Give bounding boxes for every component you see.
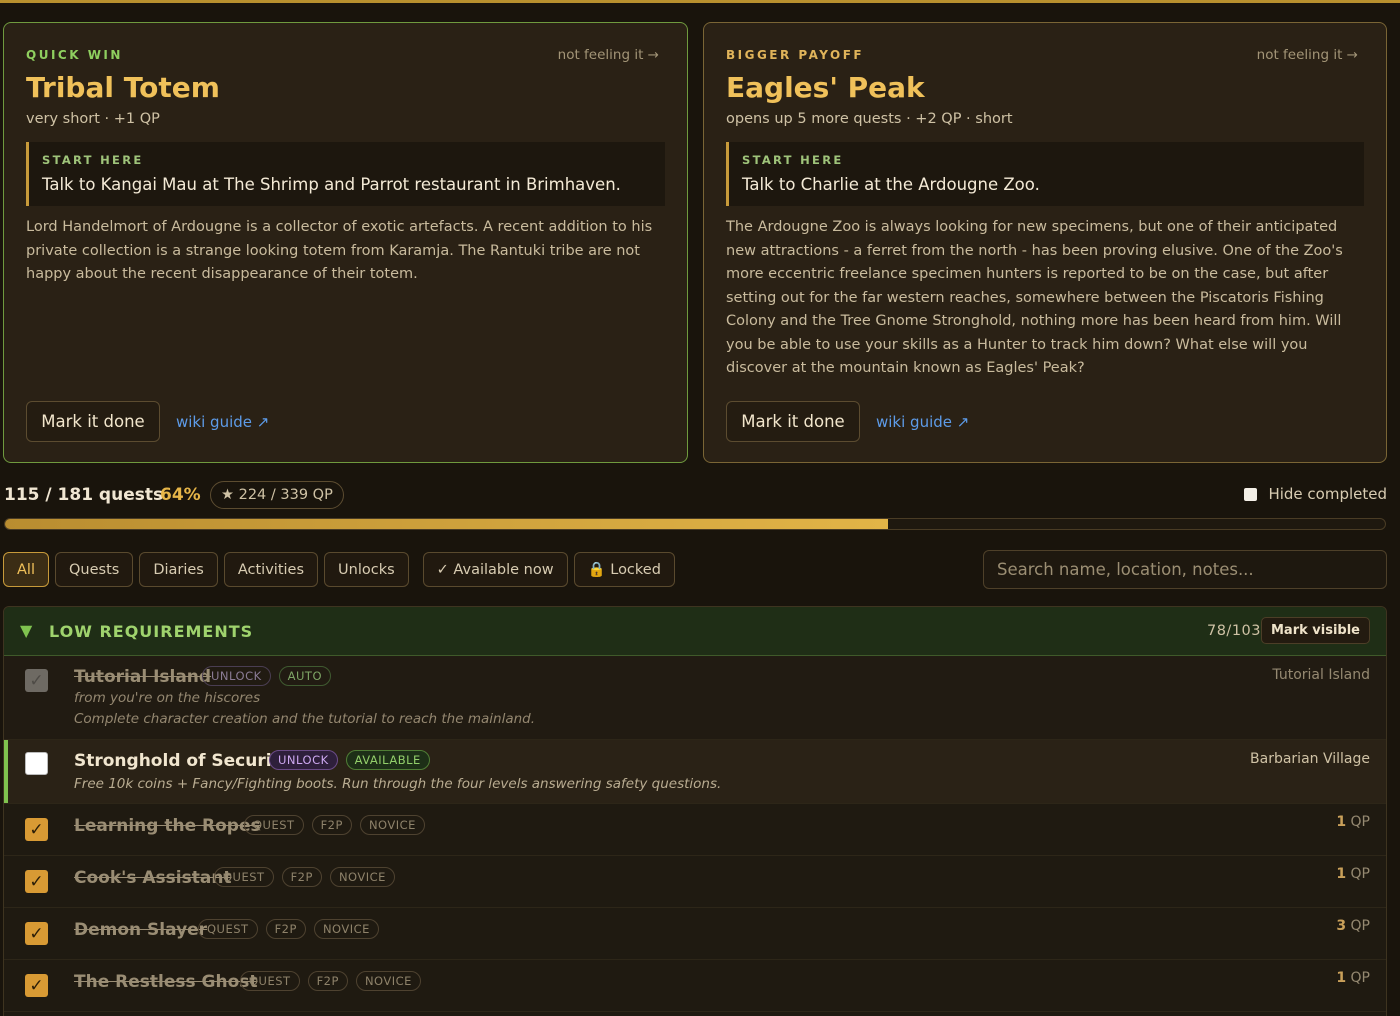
item-quest-points: 3 QP	[1336, 918, 1370, 934]
filter-unlocks[interactable]: Unlocks	[324, 552, 409, 587]
start-here-text: Talk to Kangai Mau at The Shrimp and Par…	[42, 175, 621, 194]
card-actions: Mark it done wiki guide ↗	[726, 401, 969, 442]
quest-count: 115 / 181 quests	[4, 485, 164, 505]
low-requirements-section: ▼ LOW REQUIREMENTS 78/103 Mark visible ✓…	[3, 606, 1387, 1016]
item-quest-points: 1 QP	[1336, 814, 1370, 830]
item-note: from you're on the hiscores	[74, 690, 261, 706]
item-description: Free 10k coins + Fancy/Fighting boots. R…	[74, 776, 722, 792]
card-actions: Mark it done wiki guide ↗	[26, 401, 269, 442]
card-meta: very short · +1 QP	[26, 111, 160, 127]
item-location: Tutorial Island	[1272, 667, 1370, 683]
progress-percent: 64%	[160, 485, 201, 505]
item-tags: QUEST F2P NOVICE	[244, 815, 433, 835]
row-checkbox-checked[interactable]: ✓	[25, 870, 48, 893]
tag-novice: NOVICE	[359, 815, 425, 835]
bigger-payoff-card: BIGGER PAYOFF not feeling it → Eagles' P…	[703, 22, 1387, 463]
tag-novice: NOVICE	[329, 867, 395, 887]
mark-visible-button[interactable]: Mark visible	[1261, 617, 1370, 644]
item-quest-points: 1 QP	[1336, 866, 1370, 882]
tag-unlock: UNLOCK	[202, 666, 271, 686]
item-quest-points: 1 QP	[1336, 970, 1370, 986]
item-name: Demon Slayer	[74, 920, 208, 940]
card-title: Tribal Totem	[26, 71, 220, 104]
top-accent-line	[0, 0, 1400, 3]
start-here-text: Talk to Charlie at the Ardougne Zoo.	[742, 175, 1040, 194]
list-item: ✓ Demon Slayer QUEST F2P NOVICE 3 QP	[4, 908, 1386, 960]
tag-unlock: UNLOCK	[269, 750, 338, 770]
item-location: Barbarian Village	[1250, 751, 1370, 767]
mark-done-button[interactable]: Mark it done	[726, 401, 860, 442]
card-kicker: BIGGER PAYOFF	[726, 48, 865, 62]
tag-auto: AUTO	[278, 666, 332, 686]
quest-points-pill: ★ 224 / 339 QP	[210, 481, 344, 509]
progress-bar-fill	[5, 519, 889, 529]
item-tags: QUEST F2P NOVICE	[198, 919, 387, 939]
card-meta: opens up 5 more quests · +2 QP · short	[726, 111, 1013, 127]
hide-completed-label: Hide completed	[1268, 485, 1387, 503]
filter-activities[interactable]: Activities	[223, 552, 319, 587]
section-title: LOW REQUIREMENTS	[49, 622, 254, 641]
item-description: Complete character creation and the tuto…	[74, 711, 536, 727]
item-tags: UNLOCK AVAILABLE	[269, 750, 438, 770]
list-item: ✓ Cook's Assistant QUEST F2P NOVICE 1 QP	[4, 856, 1386, 908]
row-checkbox-checked[interactable]: ✓	[25, 818, 48, 841]
quick-win-card: QUICK WIN not feeling it → Tribal Totem …	[3, 22, 688, 463]
start-here-box: START HERE Talk to Charlie at the Ardoug…	[726, 142, 1364, 206]
list-item: Stronghold of Security UNLOCK AVAILABLE …	[4, 740, 1386, 804]
card-description: Lord Handelmort of Ardougne is a collect…	[26, 219, 653, 282]
item-tags: QUEST F2P NOVICE	[240, 971, 429, 991]
tag-f2p: F2P	[281, 867, 322, 887]
tag-f2p: F2P	[311, 815, 352, 835]
item-name: Learning the Ropes	[74, 816, 261, 836]
tag-f2p: F2P	[265, 919, 306, 939]
card-title: Eagles' Peak	[726, 71, 925, 104]
skip-link[interactable]: not feeling it →	[558, 47, 659, 63]
row-checkbox-checked[interactable]: ✓	[25, 922, 48, 945]
item-name: Stronghold of Security	[74, 751, 291, 771]
start-here-label: START HERE	[742, 153, 844, 167]
row-checkbox-disabled: ✓	[25, 669, 48, 692]
search-input[interactable]	[983, 550, 1387, 589]
tag-f2p: F2P	[307, 971, 348, 991]
item-tags: QUEST F2P NOVICE	[214, 867, 403, 887]
progress-summary: 115 / 181 quests 64% ★ 224 / 339 QP Hide…	[4, 480, 1387, 510]
tag-quest: QUEST	[198, 919, 258, 939]
row-checkbox[interactable]	[25, 752, 48, 775]
hide-completed-checkbox[interactable]	[1244, 487, 1258, 501]
list-item: ✓ Learning the Ropes QUEST F2P NOVICE 1 …	[4, 804, 1386, 856]
tag-quest: QUEST	[244, 815, 304, 835]
available-accent-bar	[4, 740, 8, 803]
mark-done-button[interactable]: Mark it done	[26, 401, 160, 442]
row-checkbox-checked[interactable]: ✓	[25, 974, 48, 997]
wiki-guide-link[interactable]: wiki guide ↗	[176, 413, 269, 431]
hide-completed-toggle[interactable]: Hide completed	[1244, 485, 1387, 503]
filter-diaries[interactable]: Diaries	[139, 552, 218, 587]
card-kicker: QUICK WIN	[26, 48, 123, 62]
tag-novice: NOVICE	[313, 919, 379, 939]
list-item: ✓ Tutorial Island UNLOCK AUTO from you'r…	[4, 656, 1386, 740]
filter-quests[interactable]: Quests	[54, 552, 134, 587]
tag-available: AVAILABLE	[345, 750, 430, 770]
tag-quest: QUEST	[214, 867, 274, 887]
item-name: Tutorial Island	[74, 667, 212, 687]
start-here-label: START HERE	[42, 153, 144, 167]
item-tags: UNLOCK AUTO	[202, 666, 339, 686]
item-name: Cook's Assistant	[74, 868, 232, 888]
section-header[interactable]: ▼ LOW REQUIREMENTS 78/103 Mark visible	[4, 607, 1386, 656]
start-here-box: START HERE Talk to Kangai Mau at The Shr…	[26, 142, 665, 206]
item-name: The Restless Ghost	[74, 972, 258, 992]
collapse-caret-icon[interactable]: ▼	[20, 621, 32, 640]
tag-quest: QUEST	[240, 971, 300, 991]
wiki-guide-link[interactable]: wiki guide ↗	[876, 413, 969, 431]
tag-novice: NOVICE	[355, 971, 421, 991]
card-description: The Ardougne Zoo is always looking for n…	[726, 219, 1343, 376]
list-item: ✓ The Restless Ghost QUEST F2P NOVICE 1 …	[4, 960, 1386, 1012]
filter-bar: All Quests Diaries Activities Unlocks ✓ …	[3, 552, 681, 587]
progress-bar	[4, 518, 1386, 530]
filter-available-now[interactable]: ✓ Available now	[422, 552, 568, 587]
filter-all[interactable]: All	[3, 552, 49, 587]
filter-locked[interactable]: 🔒 Locked	[573, 552, 675, 587]
section-count: 78/103	[1206, 623, 1261, 639]
skip-link[interactable]: not feeling it →	[1257, 47, 1358, 63]
